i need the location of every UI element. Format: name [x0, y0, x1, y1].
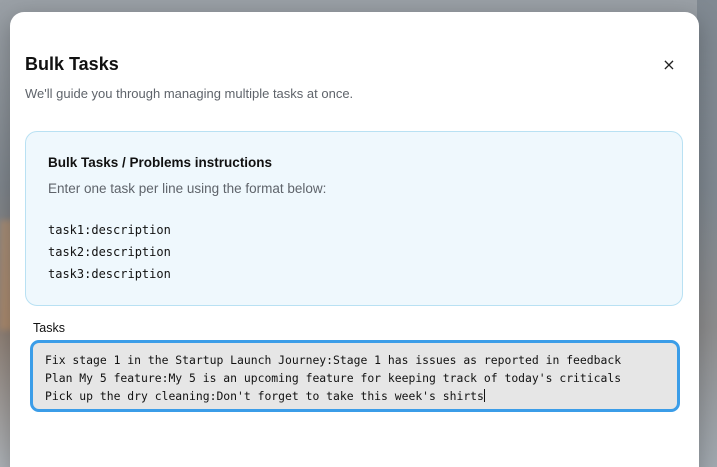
bulk-tasks-dialog: Bulk Tasks We'll guide you through manag…	[10, 12, 699, 467]
text-caret	[483, 389, 485, 402]
dialog-subtitle: We'll guide you through managing multipl…	[25, 86, 354, 101]
background-blur	[697, 0, 717, 467]
format-example-line: task1:description	[48, 223, 171, 237]
instructions-title: Bulk Tasks / Problems instructions	[48, 155, 273, 170]
task-line: Fix stage 1 in the Startup Launch Journe…	[45, 353, 622, 367]
instructions-panel: Bulk Tasks / Problems instructions Enter…	[25, 131, 683, 306]
task-line: Pick up the dry cleaning:Don't forget to…	[45, 387, 677, 405]
dialog-title: Bulk Tasks	[25, 54, 119, 74]
instructions-description: Enter one task per line using the format…	[48, 181, 327, 196]
tasks-label: Tasks	[33, 321, 65, 335]
task-line-text: Pick up the dry cleaning:Don't forget to…	[45, 389, 484, 403]
format-example-line: task3:description	[48, 267, 171, 281]
close-icon[interactable]: ×	[658, 54, 680, 76]
tasks-textarea[interactable]: Fix stage 1 in the Startup Launch Journe…	[30, 340, 680, 412]
format-example-line: task2:description	[48, 245, 171, 259]
task-line: Plan My 5 feature:My 5 is an upcoming fe…	[45, 371, 622, 385]
